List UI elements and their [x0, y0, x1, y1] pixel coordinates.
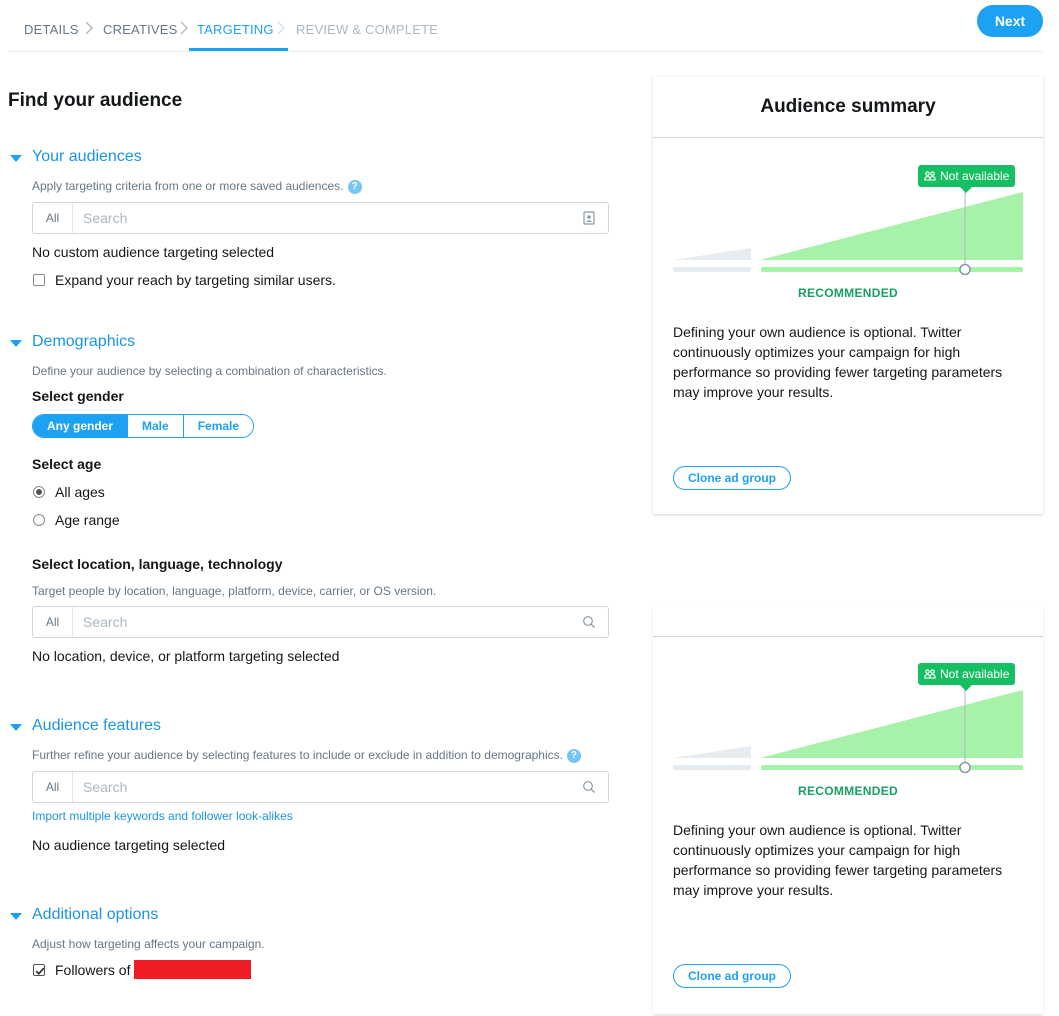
summary-text: Defining your own audience is optional. … [673, 324, 1003, 400]
step-review-complete: REVIEW & COMPLETE [296, 22, 439, 37]
empty-state-text: No custom audience targeting selected [32, 244, 275, 260]
section-title: Additional options [32, 906, 159, 923]
checkbox-label: Followers of [55, 961, 131, 978]
description-text: Further refine your audience by selectin… [32, 748, 563, 762]
not-available-badge: Not available [918, 663, 1016, 691]
people-icon [924, 171, 936, 181]
section-toggle-your-audiences[interactable]: Your audiences [10, 148, 142, 166]
not-available-badge: Not available [918, 165, 1016, 193]
chevron-right-icon [277, 21, 285, 35]
recommended-label: RECOMMENDED [798, 784, 898, 798]
section-toggle-audience-features[interactable]: Audience features [10, 717, 161, 735]
caret-down-icon [10, 912, 22, 920]
audience-summary-card: Audience summary Not available RECOMMEND… [653, 77, 1043, 514]
chevron-right-icon [85, 21, 93, 35]
checkbox-label: Expand your reach by targeting similar u… [55, 272, 336, 288]
next-button[interactable]: Next [977, 5, 1043, 37]
redacted-username [134, 960, 252, 979]
checkbox[interactable] [33, 274, 45, 286]
section-title: Demographics [32, 333, 136, 350]
gender-any-button[interactable]: Any gender [33, 415, 128, 437]
clone-ad-group-button[interactable]: Clone ad group [673, 964, 791, 988]
progress-stepper: DETAILS CREATIVES TARGETING REVIEW & COM… [8, 0, 1043, 52]
gender-male-button[interactable]: Male [127, 415, 183, 437]
age-all-option[interactable]: All ages [33, 484, 105, 500]
badge-label: Not available [940, 667, 1010, 681]
followers-of-checkbox[interactable]: Followers of [33, 960, 252, 979]
caret-down-icon [10, 723, 22, 731]
location-label: Select location, language, technology [32, 556, 283, 572]
radio-label: Age range [55, 512, 120, 528]
clone-ad-group-button[interactable]: Clone ad group [673, 466, 791, 490]
chevron-right-icon [180, 21, 188, 35]
expand-reach-checkbox[interactable]: Expand your reach by targeting similar u… [33, 272, 336, 288]
contact-book-icon [582, 211, 596, 225]
audience-features-search: All [32, 771, 609, 803]
saved-audiences-search: All [32, 202, 609, 234]
section-description: Apply targeting criteria from one or mor… [32, 179, 362, 194]
caret-down-icon [10, 154, 22, 162]
checkbox[interactable] [33, 963, 45, 976]
section-description: Further refine your audience by selectin… [32, 748, 581, 763]
filter-all-dropdown[interactable]: All [33, 203, 73, 233]
active-step-indicator [189, 48, 288, 51]
recommended-label: RECOMMENDED [798, 286, 898, 300]
gender-label: Select gender [32, 388, 124, 404]
filter-all-dropdown[interactable]: All [33, 607, 73, 637]
help-icon[interactable]: ? [347, 179, 362, 194]
radio-label: All ages [55, 484, 105, 500]
description-text: Apply targeting criteria from one or mor… [32, 179, 344, 193]
summary-text: Defining your own audience is optional. … [673, 822, 1003, 898]
card-title: Audience summary [653, 77, 1043, 138]
gender-selector: Any gender Male Female [32, 414, 255, 438]
section-title: Audience features [32, 717, 161, 734]
audience-summary-card-sticky: Not available RECOMMENDED Defining your … [653, 607, 1043, 1014]
people-icon [924, 669, 936, 679]
empty-state-text: No audience targeting selected [32, 837, 226, 853]
section-title: Your audiences [32, 148, 142, 165]
radio-button[interactable] [33, 514, 45, 526]
step-details[interactable]: DETAILS [24, 22, 79, 37]
section-description: Define your audience by selecting a comb… [32, 364, 387, 378]
location-description: Target people by location, language, pla… [32, 584, 437, 598]
filter-all-dropdown[interactable]: All [33, 772, 73, 802]
age-range-option[interactable]: Age range [33, 512, 120, 528]
search-input[interactable] [83, 607, 573, 637]
card-header-divider [653, 607, 1043, 637]
location-search: All [32, 606, 609, 638]
empty-state-text: No location, device, or platform targeti… [32, 648, 340, 664]
search-input[interactable] [83, 203, 573, 233]
badge-label: Not available [940, 169, 1010, 183]
search-icon [582, 780, 596, 794]
age-label: Select age [32, 456, 102, 472]
step-creatives[interactable]: CREATIVES [103, 22, 178, 37]
import-keywords-link[interactable]: Import multiple keywords and follower lo… [32, 809, 293, 823]
caret-down-icon [10, 339, 22, 347]
radio-button[interactable] [33, 486, 45, 498]
step-targeting[interactable]: TARGETING [197, 22, 274, 37]
search-icon [582, 615, 596, 629]
section-toggle-demographics[interactable]: Demographics [10, 333, 135, 351]
page-title: Find your audience [8, 90, 183, 111]
section-description: Adjust how targeting affects your campai… [32, 937, 265, 951]
section-toggle-additional-options[interactable]: Additional options [10, 906, 158, 924]
gender-female-button[interactable]: Female [182, 415, 254, 437]
search-input[interactable] [83, 772, 573, 802]
help-icon[interactable]: ? [566, 748, 581, 763]
